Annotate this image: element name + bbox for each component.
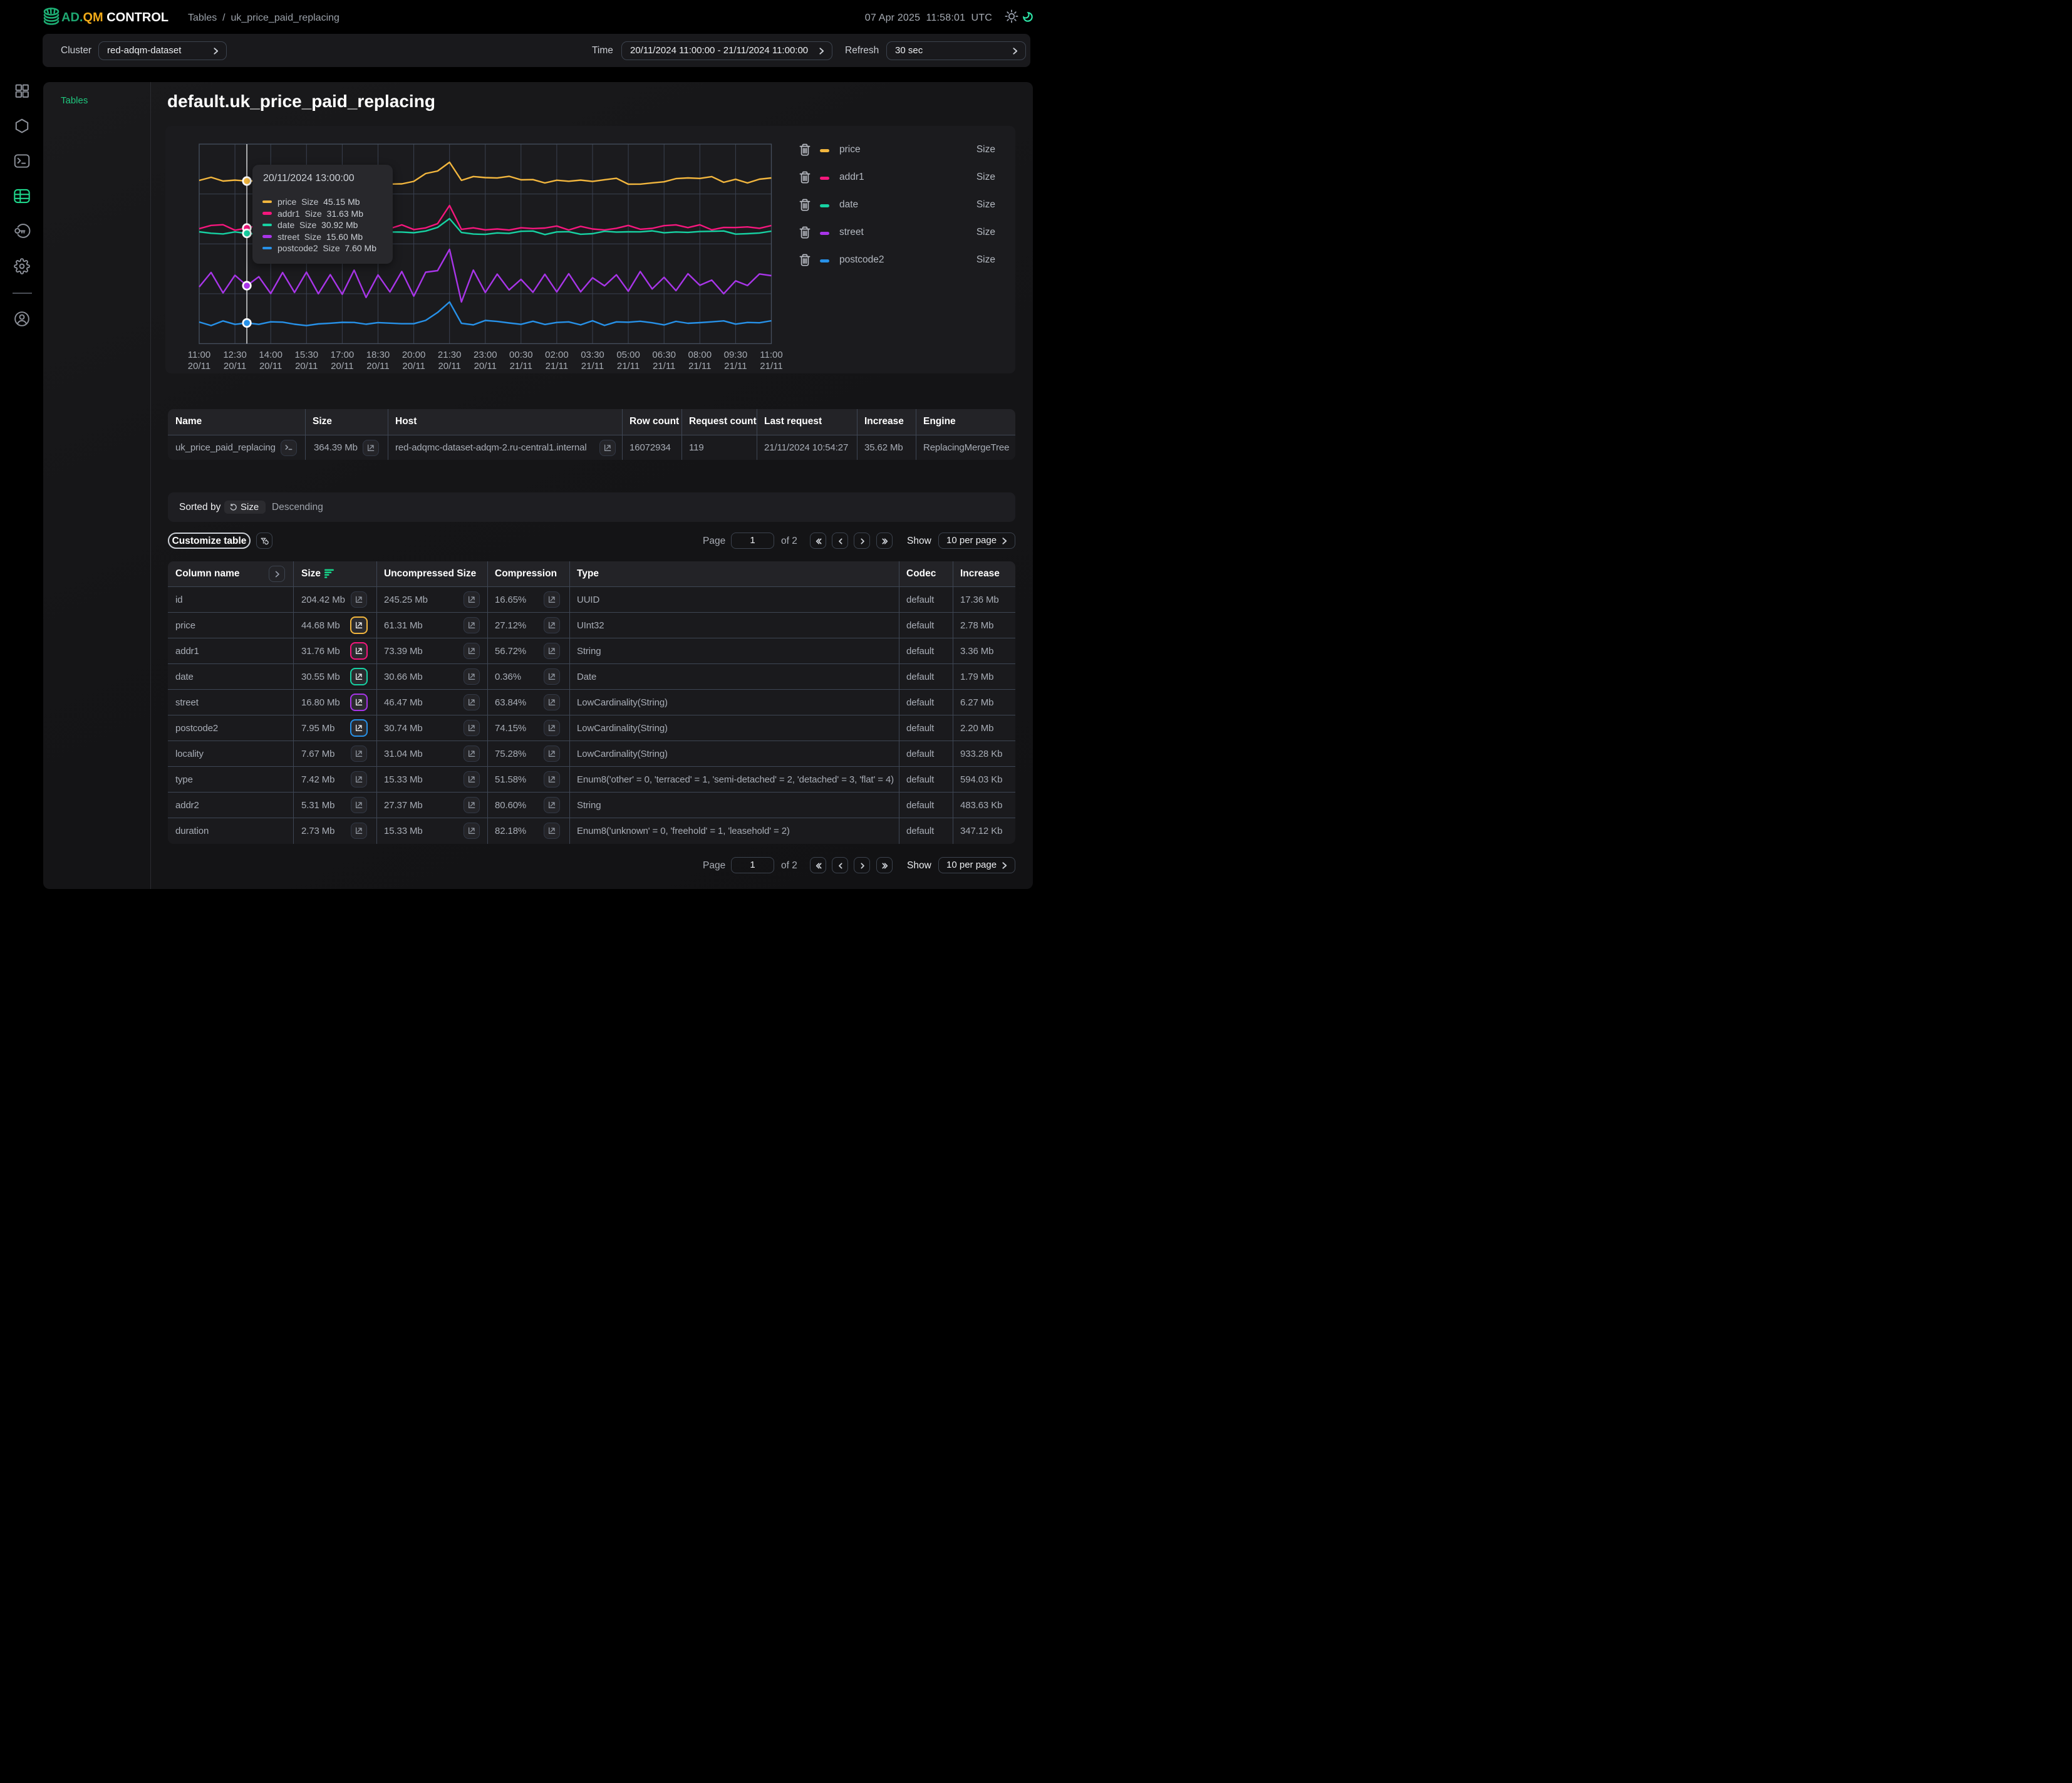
svg-text:11:00: 11:00 [760,350,782,360]
svg-text:21:30: 21:30 [438,350,462,360]
svg-text:21/11: 21/11 [724,361,747,372]
svg-text:20/11: 20/11 [438,361,460,372]
svg-text:15:30: 15:30 [295,350,319,360]
svg-text:17:00: 17:00 [331,350,355,360]
svg-text:02:00: 02:00 [545,350,569,360]
svg-text:23:00: 23:00 [474,350,497,360]
svg-text:03:30: 03:30 [581,350,604,360]
svg-text:21/11: 21/11 [760,361,782,372]
svg-text:20/11: 20/11 [188,361,210,372]
svg-text:06:30: 06:30 [652,350,676,360]
svg-text:05:00: 05:00 [616,350,640,360]
svg-text:20:00: 20:00 [402,350,426,360]
svg-text:20/11: 20/11 [402,361,425,372]
svg-text:08:00: 08:00 [688,350,712,360]
svg-text:20/11: 20/11 [366,361,389,372]
svg-text:20/11: 20/11 [259,361,282,372]
svg-text:21/11: 21/11 [546,361,568,372]
svg-text:12:30: 12:30 [223,350,247,360]
svg-text:20/11: 20/11 [295,361,318,372]
svg-text:14:00: 14:00 [259,350,282,360]
svg-text:21/11: 21/11 [617,361,640,372]
svg-text:20/11: 20/11 [224,361,246,372]
svg-text:20/11: 20/11 [331,361,353,372]
svg-text:18:30: 18:30 [366,350,390,360]
svg-text:11:00: 11:00 [188,350,210,360]
svg-text:21/11: 21/11 [688,361,711,372]
svg-text:21/11: 21/11 [581,361,604,372]
svg-text:21/11: 21/11 [510,361,532,372]
svg-text:21/11: 21/11 [653,361,675,372]
svg-text:00:30: 00:30 [509,350,533,360]
svg-text:20/11: 20/11 [474,361,497,372]
svg-text:09:30: 09:30 [724,350,748,360]
